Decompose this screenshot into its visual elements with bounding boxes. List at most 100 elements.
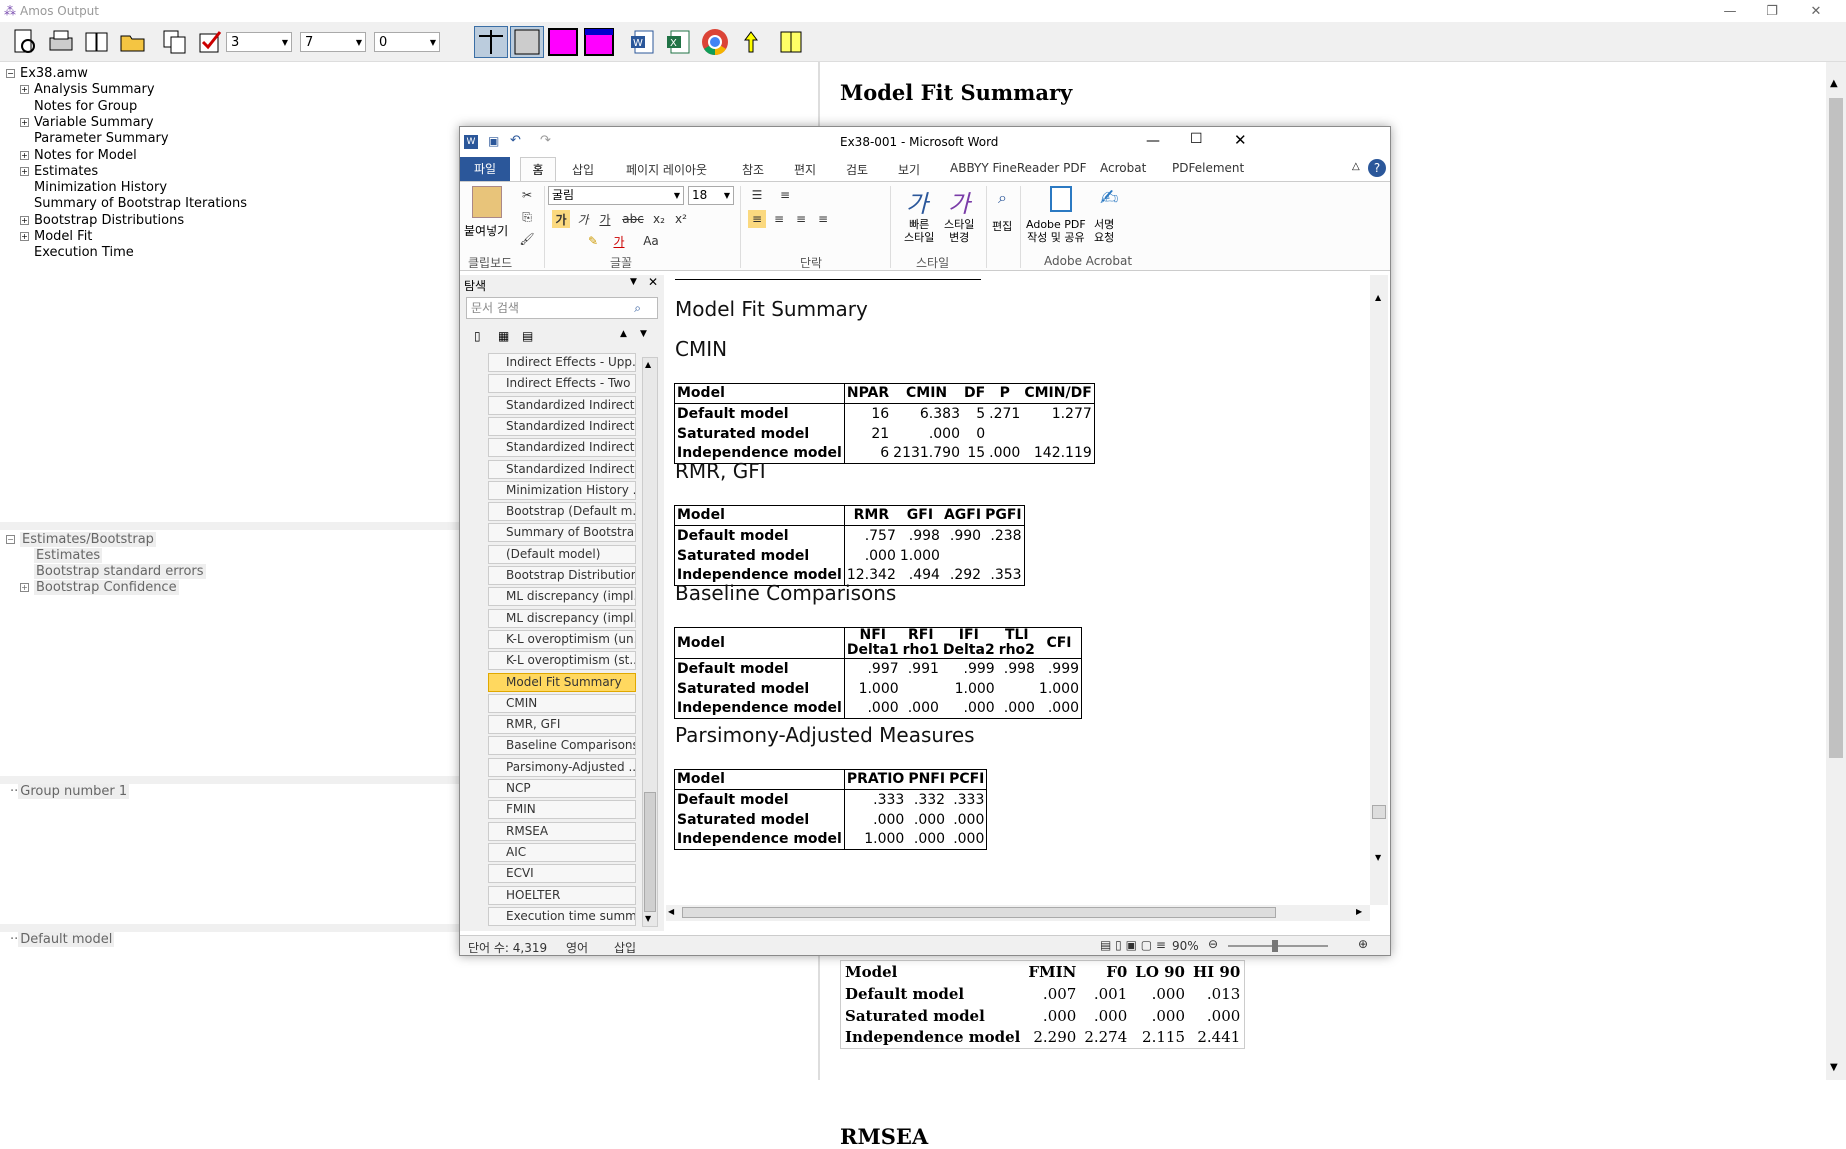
nav-heading-item[interactable]: Standardized Indirect ... bbox=[488, 416, 636, 436]
nav-heading-item[interactable]: K-L overoptimism (un... bbox=[488, 629, 636, 649]
zoom-slider[interactable] bbox=[1228, 945, 1328, 947]
nav-heading-item[interactable]: Standardized Indirect ... bbox=[488, 459, 636, 479]
font-color-icon[interactable]: 가 bbox=[610, 232, 628, 250]
tree-node[interactable]: Parameter Summary bbox=[34, 131, 169, 147]
expand-icon[interactable]: + bbox=[20, 215, 29, 225]
minimize-button[interactable]: — bbox=[1710, 0, 1750, 22]
change-styles-button[interactable]: 스타일 변경 bbox=[944, 218, 974, 244]
tree-node-estimates[interactable]: Estimates bbox=[34, 548, 103, 564]
zoom-slider-thumb[interactable] bbox=[1272, 940, 1278, 952]
adobe-pdf-icon[interactable] bbox=[1050, 186, 1072, 212]
tree-node[interactable]: + Analysis Summary bbox=[20, 82, 155, 98]
scroll-thumb[interactable] bbox=[1829, 98, 1843, 758]
bold-icon[interactable]: 가 bbox=[552, 210, 570, 228]
close-button[interactable]: ✕ bbox=[1796, 0, 1836, 22]
cut-icon[interactable]: ✂ bbox=[518, 186, 536, 204]
results-view-icon[interactable]: ▤ bbox=[522, 329, 533, 343]
pointer-up-icon[interactable] bbox=[738, 26, 772, 58]
doc-scroll-thumb[interactable] bbox=[1372, 805, 1386, 819]
nav-heading-item[interactable]: K-L overoptimism (st... bbox=[488, 651, 636, 671]
ribbon-collapse-icon[interactable]: △ bbox=[1352, 161, 1360, 172]
scroll-down-icon[interactable]: ▼ bbox=[1830, 1062, 1838, 1073]
bullets-icon[interactable]: ☰ bbox=[748, 186, 766, 204]
nav-menu-icon[interactable]: ▼ bbox=[630, 277, 637, 287]
nav-heading-item[interactable]: Model Fit Summary bbox=[488, 672, 636, 692]
change-styles-icon[interactable]: 가 bbox=[948, 184, 970, 219]
nav-heading-item[interactable]: RMR, GFI bbox=[488, 715, 636, 735]
nav-close-icon[interactable]: ✕ bbox=[648, 275, 658, 289]
undo-icon[interactable]: ↶ bbox=[510, 133, 521, 148]
nav-heading-item[interactable]: ML discrepancy (impl... bbox=[488, 587, 636, 607]
word-close-button[interactable]: ✕ bbox=[1234, 131, 1247, 149]
change-case-icon[interactable]: Aa bbox=[642, 232, 660, 250]
tab-home[interactable]: 홈 bbox=[520, 157, 556, 182]
search-icon[interactable]: ⌕ bbox=[634, 298, 641, 318]
save-icon[interactable]: ▣ bbox=[488, 134, 499, 148]
default-model-item[interactable]: ·· Default model bbox=[10, 932, 115, 948]
tree-node-bootstrap-confidence[interactable]: + Bootstrap Confidence bbox=[20, 580, 179, 596]
word-count[interactable]: 단어 수: 4,319 bbox=[468, 939, 547, 956]
excel-export-icon[interactable]: X bbox=[662, 26, 696, 58]
doc-hscrollbar[interactable]: ◀ ▶ bbox=[666, 905, 1370, 921]
scroll-down-icon[interactable]: ▼ bbox=[1375, 853, 1381, 862]
column-width-select[interactable]: 7 ▼ bbox=[300, 32, 366, 52]
expand-icon[interactable]: + bbox=[20, 232, 29, 241]
insert-mode[interactable]: 삽입 bbox=[614, 939, 636, 956]
scroll-up-icon[interactable]: ▲ bbox=[1375, 293, 1381, 302]
pane-divider[interactable] bbox=[0, 776, 460, 784]
nav-heading-item[interactable]: Summary of Bootstra... bbox=[488, 523, 636, 543]
tab-mailings[interactable]: 편지 bbox=[794, 161, 816, 178]
tree-node[interactable]: Summary of Bootstrap Iterations bbox=[34, 196, 247, 212]
paste-icon[interactable] bbox=[472, 186, 502, 218]
help-book-icon[interactable] bbox=[774, 26, 808, 58]
justify-icon[interactable]: ≡ bbox=[814, 210, 832, 228]
align-center-icon[interactable]: ≡ bbox=[770, 210, 788, 228]
create-pdf-button[interactable]: Adobe PDF 작성 및 공유 bbox=[1026, 218, 1086, 244]
pane-divider[interactable] bbox=[0, 924, 460, 932]
scroll-up-icon[interactable]: ▲ bbox=[1830, 78, 1838, 89]
format-painter-icon[interactable]: 🖌 bbox=[518, 230, 536, 248]
nav-heading-item[interactable]: RMSEA bbox=[488, 821, 636, 841]
nav-heading-item[interactable]: Standardized Indirect ... bbox=[488, 395, 636, 415]
scroll-down-icon[interactable]: ▼ bbox=[645, 914, 651, 923]
pane-divider[interactable] bbox=[0, 522, 460, 530]
copy-icon[interactable]: ⎘ bbox=[518, 208, 536, 226]
align-right-icon[interactable]: ≡ bbox=[792, 210, 810, 228]
tree-node[interactable]: + Estimates bbox=[20, 164, 98, 180]
word-document[interactable]: Model Fit Summary CMIN Model NPAR CMIN DF P C… bbox=[666, 275, 1366, 905]
word-export-icon[interactable]: W bbox=[626, 26, 660, 58]
word-maximize-button[interactable]: ☐ bbox=[1190, 131, 1203, 147]
sign-request-button[interactable]: 서명 요청 bbox=[1094, 218, 1114, 244]
tab-abbyy[interactable]: ABBYY FineReader PDF bbox=[950, 161, 1087, 175]
underline-icon[interactable]: 가 bbox=[596, 210, 614, 228]
view-buttons[interactable]: ▤ ▯ ▣ ▢ ≡ bbox=[1100, 938, 1166, 952]
nav-heading-item[interactable]: Bootstrap (Default m... bbox=[488, 502, 636, 522]
nav-heading-item[interactable]: Indirect Effects - Two ... bbox=[488, 374, 636, 394]
help-icon[interactable]: ? bbox=[1368, 159, 1386, 177]
language-indicator[interactable]: 영어 bbox=[566, 939, 588, 956]
nav-heading-item[interactable]: Parsimony-Adjusted ... bbox=[488, 757, 636, 777]
open-folder-icon[interactable] bbox=[116, 26, 150, 58]
word-minimize-button[interactable]: — bbox=[1146, 133, 1160, 149]
tab-acrobat[interactable]: Acrobat bbox=[1100, 161, 1146, 175]
tree-node[interactable]: − Ex38.amw bbox=[6, 66, 88, 82]
print-icon[interactable] bbox=[44, 26, 78, 58]
headings-view-icon[interactable]: ▯ bbox=[474, 329, 481, 343]
checklist-icon[interactable] bbox=[194, 26, 228, 58]
nav-heading-item[interactable]: AIC bbox=[488, 842, 636, 862]
group-number-item[interactable]: ·· Group number 1 bbox=[10, 784, 130, 800]
nav-heading-item[interactable]: Minimization History ... bbox=[488, 480, 636, 500]
expand-icon[interactable]: + bbox=[20, 117, 29, 127]
tree-node[interactable]: Execution Time bbox=[34, 245, 134, 261]
nav-heading-item[interactable]: FMIN bbox=[488, 800, 636, 820]
nav-heading-item[interactable]: Indirect Effects - Upp... bbox=[488, 353, 636, 372]
copy-icon[interactable] bbox=[158, 26, 192, 58]
nav-heading-item[interactable]: Bootstrap Distribution... bbox=[488, 566, 636, 585]
nav-heading-item[interactable]: Baseline Comparisons bbox=[488, 736, 636, 756]
collapse-icon[interactable]: − bbox=[6, 69, 15, 78]
expand-icon[interactable]: + bbox=[20, 166, 29, 176]
tab-review[interactable]: 검토 bbox=[846, 161, 868, 178]
gray-background-icon[interactable] bbox=[510, 26, 544, 58]
print-preview-icon[interactable] bbox=[8, 26, 42, 58]
chrome-icon[interactable] bbox=[698, 26, 732, 58]
